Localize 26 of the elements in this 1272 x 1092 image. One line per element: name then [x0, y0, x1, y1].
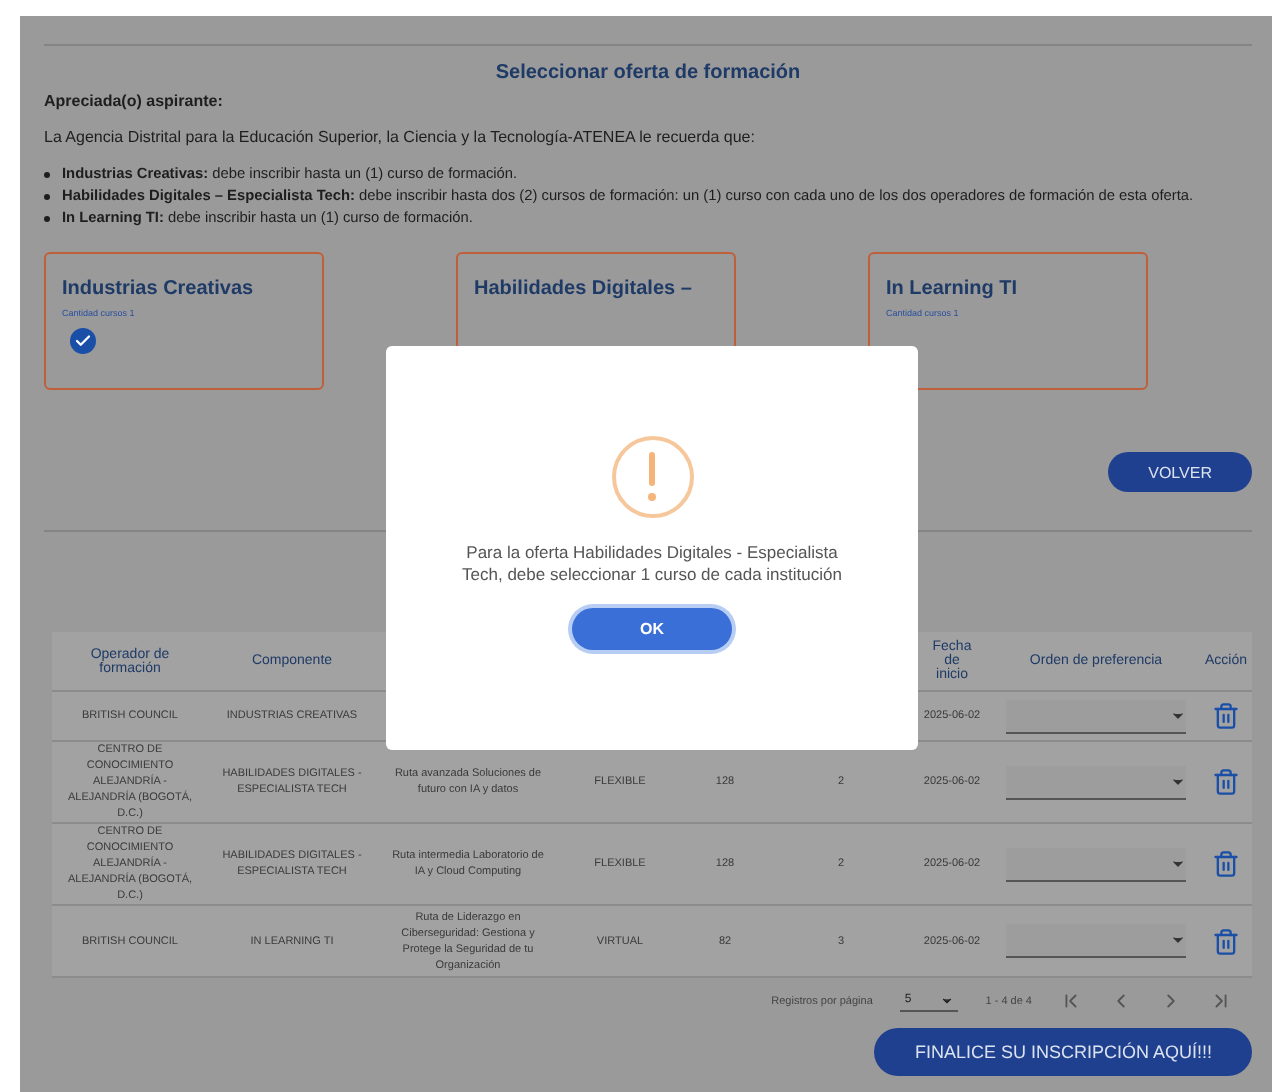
- first-page-icon[interactable]: [1060, 990, 1082, 1012]
- delete-icon[interactable]: [1212, 850, 1240, 878]
- preference-select[interactable]: [1006, 699, 1186, 733]
- bullet-dot: [44, 171, 50, 177]
- bullet-dot: [44, 193, 50, 199]
- preference-select[interactable]: [1006, 924, 1186, 958]
- page-title: Seleccionar oferta de formación: [493, 62, 803, 84]
- bullet-dot: [44, 215, 50, 221]
- offer-title: Habilidades Digitales –: [474, 276, 694, 304]
- delete-icon[interactable]: [1212, 927, 1240, 955]
- intro-text: La Agencia Distrital para la Educación Superior, la Ciencia y la Tecnología-ATENEA le recuerda que:: [44, 128, 757, 146]
- delete-icon[interactable]: [1212, 702, 1240, 730]
- greeting-text: Apreciada(o) aspirante:: [44, 92, 225, 110]
- preference-select[interactable]: [1006, 765, 1186, 799]
- caret-icon: [939, 993, 954, 1007]
- offer-title: In Learning TI: [886, 276, 1020, 304]
- back-button[interactable]: VOLVER: [1108, 452, 1252, 492]
- finish-button[interactable]: FINALICE SU INSCRIPCIÓN AQUÍ!!!: [874, 1028, 1252, 1076]
- ok-button[interactable]: OK: [572, 608, 732, 650]
- alert-message: Para la oferta Habilidades Digitales - Especialista Tech, debe seleccionar 1 curso de cada institución: [460, 542, 844, 584]
- delete-icon[interactable]: [1212, 768, 1240, 796]
- warning-icon: [611, 436, 693, 518]
- caret-icon: [1170, 932, 1186, 948]
- last-page-icon[interactable]: [1210, 990, 1232, 1012]
- offer-title: Industrias Creativas: [62, 276, 256, 304]
- preference-select[interactable]: [1006, 847, 1186, 881]
